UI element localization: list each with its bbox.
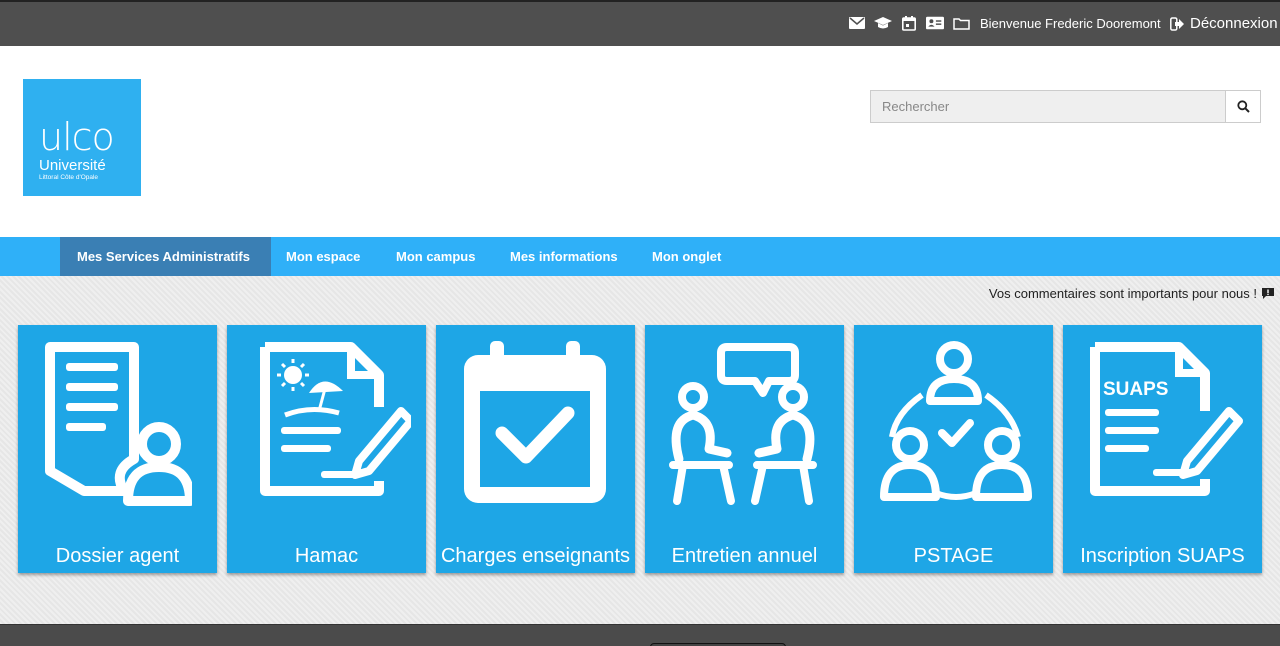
tile-label: Inscription SUAPS	[1080, 545, 1245, 567]
university-logo[interactable]: ulco Université Littoral Côte d'Opale	[23, 79, 141, 196]
tile-charges-enseignants[interactable]: Charges enseignants	[436, 325, 635, 573]
logout-icon	[1170, 16, 1184, 31]
tile-dossier-agent[interactable]: Dossier agent	[18, 325, 217, 573]
vacation-document-icon	[260, 342, 411, 496]
tile-hamac[interactable]: Hamac	[227, 325, 426, 573]
search-bar	[870, 90, 1261, 123]
tile-label: Entretien annuel	[671, 545, 818, 567]
tile-label: Dossier agent	[55, 545, 180, 567]
logo-brand: ulco	[39, 115, 115, 159]
tile-pstage[interactable]: PSTAGE	[854, 325, 1053, 573]
network-people-icon	[880, 341, 1032, 501]
suaps-badge: SUAPS	[1103, 379, 1168, 400]
feedback-link[interactable]: Vos commentaires sont importants pour no…	[989, 286, 1274, 301]
folder-icon[interactable]	[952, 14, 970, 32]
top-icons	[848, 14, 970, 32]
top-bar: Bienvenue Frederic Dooremont Déconnexion	[0, 0, 1280, 46]
tab-mon-onglet[interactable]: Mon onglet	[635, 237, 738, 276]
header: ulco Université Littoral Côte d'Opale	[0, 46, 1280, 237]
tab-mon-espace[interactable]: Mon espace	[269, 237, 377, 276]
search-button[interactable]	[1225, 91, 1260, 122]
logo-subtitle: Littoral Côte d'Opale	[39, 174, 99, 181]
logout-label: Déconnexion	[1190, 15, 1278, 32]
search-input[interactable]	[871, 91, 1225, 122]
comment-icon	[1262, 288, 1274, 299]
feedback-text: Vos commentaires sont importants pour no…	[988, 286, 1257, 301]
tile-inscription-suaps[interactable]: SUAPS Inscription SUAPS	[1063, 325, 1262, 573]
logo-university: Université	[39, 157, 106, 174]
graduation-cap-icon[interactable]	[874, 14, 892, 32]
search-icon	[1236, 100, 1250, 113]
tab-services-administratifs[interactable]: Mes Services Administratifs	[60, 237, 271, 276]
calendar-icon[interactable]	[900, 14, 918, 32]
suaps-document-icon: SUAPS	[1090, 342, 1243, 496]
document-user-icon	[45, 342, 192, 506]
tile-label: PSTAGE	[913, 545, 994, 567]
tab-mon-campus[interactable]: Mon campus	[379, 237, 492, 276]
mail-icon[interactable]	[848, 14, 866, 32]
interview-icon	[669, 343, 817, 505]
tile-label: Charges enseignants	[440, 545, 630, 567]
main-content: Vos commentaires sont importants pour no…	[0, 276, 1280, 624]
tile-label: Hamac	[294, 545, 359, 567]
tab-mes-informations[interactable]: Mes informations	[493, 237, 635, 276]
welcome-text: Bienvenue Frederic Dooremont	[980, 16, 1161, 31]
tile-entretien-annuel[interactable]: Entretien annuel	[645, 325, 844, 573]
id-card-icon[interactable]	[926, 14, 944, 32]
calendar-check-icon	[464, 341, 606, 503]
footer	[0, 624, 1280, 646]
main-nav: Mes Services Administratifs Mon espace M…	[0, 237, 1280, 276]
logout-link[interactable]: Déconnexion	[1170, 15, 1278, 32]
